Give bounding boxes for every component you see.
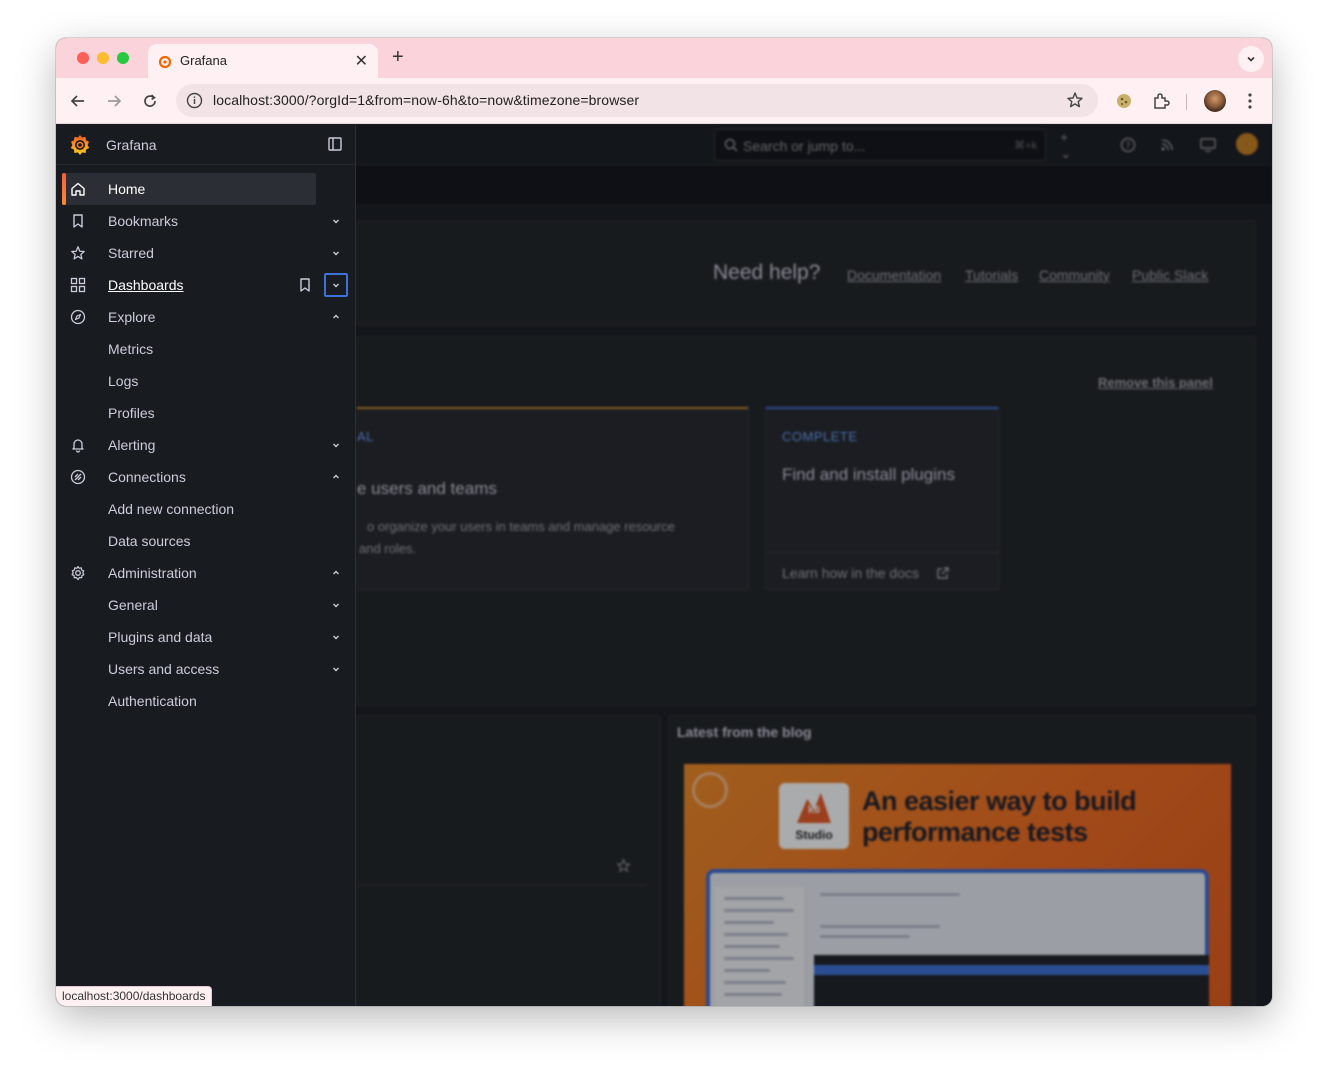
- nav-item-dashboards[interactable]: Dashboards: [62, 269, 316, 301]
- nav-item-label: Plugins and data: [108, 629, 213, 645]
- nav-item-explore[interactable]: Explore: [62, 301, 316, 333]
- profile-avatar[interactable]: [1204, 90, 1226, 112]
- cog-icon: [70, 565, 86, 581]
- star-icon: [70, 245, 86, 261]
- maximize-window-button[interactable]: [117, 52, 129, 64]
- forward-icon[interactable]: [104, 91, 124, 111]
- nav-item-general[interactable]: General: [62, 589, 316, 621]
- nav-item-users-and-access[interactable]: Users and access: [62, 653, 316, 685]
- nav-item-label: Profiles: [108, 405, 155, 421]
- mega-menu-header: Grafana: [56, 125, 355, 165]
- url-text: localhost:3000/?orgId=1&from=now-6h&to=n…: [213, 92, 640, 108]
- nav-item-plugins-and-data[interactable]: Plugins and data: [62, 621, 316, 653]
- nav-item-bookmarks[interactable]: Bookmarks: [62, 205, 316, 237]
- nav-item-connections[interactable]: Connections: [62, 461, 316, 493]
- mega-menu: Grafana Home Bookmarks Starred Dashboard…: [56, 125, 356, 1006]
- nav-item-label: Explore: [108, 309, 156, 325]
- nav-item-label: Metrics: [108, 341, 154, 357]
- chevron-down-icon[interactable]: [330, 631, 342, 643]
- browser-window: Grafana ✕ + localhost:3000/?orgId=1&from…: [56, 38, 1272, 1006]
- close-tab-icon[interactable]: ✕: [355, 51, 368, 71]
- nav-item-label: Administration: [108, 565, 197, 581]
- chevron-up-icon[interactable]: [330, 311, 342, 323]
- nav-item-starred[interactable]: Starred: [62, 237, 316, 269]
- nav-item-label: Authentication: [108, 693, 197, 709]
- nav-item-metrics[interactable]: Metrics: [62, 333, 316, 365]
- nav-item-home[interactable]: Home: [62, 173, 316, 205]
- nav-item-data-sources[interactable]: Data sources: [62, 525, 316, 557]
- chevron-up-icon[interactable]: [330, 471, 342, 483]
- nav-item-administration[interactable]: Administration: [62, 557, 316, 589]
- tab-title: Grafana: [180, 53, 227, 68]
- more-menu-icon[interactable]: [1239, 90, 1261, 112]
- bookmark-star-icon[interactable]: [1066, 91, 1084, 109]
- chevron-down-icon[interactable]: [330, 215, 342, 227]
- chevron-down-icon[interactable]: [330, 663, 342, 675]
- nav-item-label: Logs: [108, 373, 139, 389]
- home-icon: [70, 181, 86, 197]
- bookmark-icon[interactable]: [299, 278, 311, 292]
- chevron-down-icon: [330, 279, 342, 291]
- brand-name: Grafana: [106, 137, 157, 153]
- nav-item-label: Connections: [108, 469, 186, 485]
- dashboards-expand-button[interactable]: [324, 273, 348, 297]
- address-bar[interactable]: localhost:3000/?orgId=1&from=now-6h&to=n…: [176, 84, 1098, 117]
- reload-icon[interactable]: [140, 91, 160, 111]
- nav-item-label: Bookmarks: [108, 213, 179, 229]
- nav-item-authentication[interactable]: Authentication: [62, 685, 316, 717]
- nav-item-label: Alerting: [108, 437, 156, 453]
- close-window-button[interactable]: [77, 52, 89, 64]
- nav-item-label: Data sources: [108, 533, 191, 549]
- nav-item-alerting[interactable]: Alerting: [62, 429, 316, 461]
- status-bar-url: localhost:3000/dashboards: [56, 986, 213, 1006]
- bell-icon: [70, 437, 86, 453]
- nav-item-label: Add new connection: [108, 501, 235, 517]
- nav-item-label: Home: [108, 181, 146, 197]
- compass-icon: [70, 309, 86, 325]
- site-info-icon[interactable]: [186, 92, 203, 109]
- nav-item-profiles[interactable]: Profiles: [62, 397, 316, 429]
- extension-cookie-icon[interactable]: [1113, 90, 1135, 112]
- nav-item-label: Starred: [108, 245, 154, 261]
- toolbar-separator: [1186, 94, 1187, 110]
- chevron-down-icon[interactable]: [330, 599, 342, 611]
- grafana-favicon-icon: [158, 55, 172, 69]
- nav-item-label: Users and access: [108, 661, 220, 677]
- chevron-down-icon[interactable]: [330, 247, 342, 259]
- new-tab-icon[interactable]: +: [392, 46, 404, 68]
- dock-menu-icon[interactable]: [328, 137, 342, 151]
- grafana-logo-icon[interactable]: [68, 133, 92, 157]
- apps-icon: [70, 277, 86, 293]
- tab-strip: Grafana ✕ +: [56, 38, 1272, 78]
- connections-icon: [70, 469, 86, 485]
- nav-item-logs[interactable]: Logs: [62, 365, 316, 397]
- minimize-window-button[interactable]: [97, 52, 109, 64]
- grafana-app: Search or jump to... ⌘+k + ⌄ ? Need help…: [56, 125, 1272, 1006]
- nav-item-label: Dashboards: [108, 277, 184, 293]
- overlay-backdrop[interactable]: [356, 125, 1272, 1006]
- extensions-puzzle-icon[interactable]: [1150, 90, 1172, 112]
- chevron-up-icon[interactable]: [330, 567, 342, 579]
- tab-search-chevron-icon[interactable]: [1238, 46, 1264, 72]
- nav-item-add-new-connection[interactable]: Add new connection: [62, 493, 316, 525]
- bookmark-icon: [70, 213, 86, 229]
- browser-tab[interactable]: Grafana ✕: [148, 44, 378, 78]
- browser-toolbar: localhost:3000/?orgId=1&from=now-6h&to=n…: [56, 78, 1272, 124]
- chevron-down-icon[interactable]: [330, 439, 342, 451]
- back-icon[interactable]: [68, 91, 88, 111]
- nav-item-label: General: [108, 597, 158, 613]
